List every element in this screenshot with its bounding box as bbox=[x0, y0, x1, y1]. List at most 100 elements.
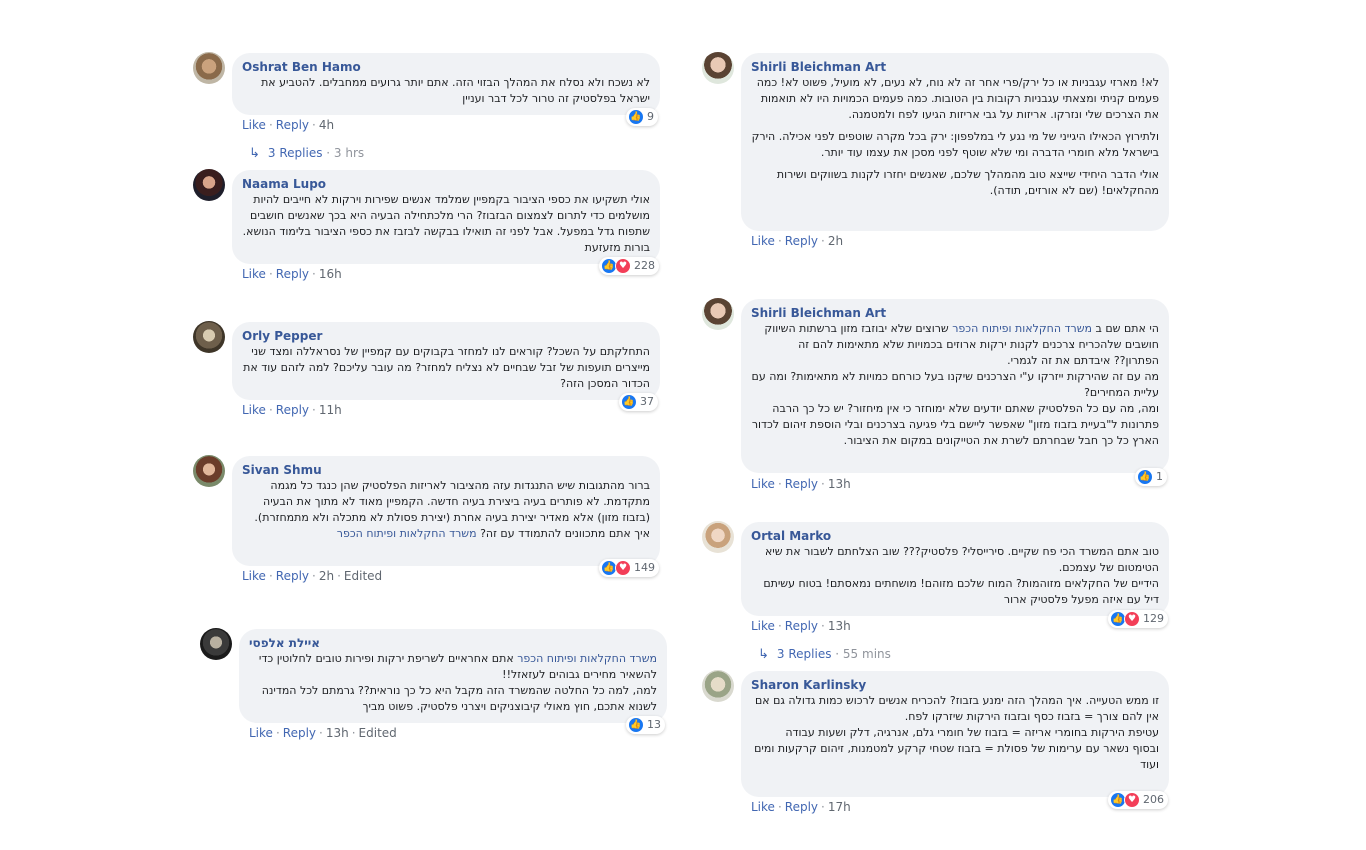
comment-time[interactable]: 11h bbox=[319, 403, 342, 417]
comment-time[interactable]: 16h bbox=[319, 267, 342, 281]
like-button[interactable]: Like bbox=[249, 726, 273, 740]
reply-button[interactable]: Reply bbox=[785, 800, 818, 814]
reply-button[interactable]: Reply bbox=[785, 619, 818, 633]
reaction-count: 228 bbox=[634, 259, 655, 272]
like-button[interactable]: Like bbox=[751, 619, 775, 633]
reaction-count: 1 bbox=[1156, 470, 1163, 483]
edited-label[interactable]: Edited bbox=[344, 569, 382, 583]
like-reaction-icon: 👍 bbox=[628, 109, 644, 125]
reaction-summary[interactable]: 👍 9 bbox=[626, 108, 658, 126]
comment-text: טוב אתם המשרד הכי פח שקיים. סירייסלי? פל… bbox=[751, 544, 1159, 608]
avatar[interactable] bbox=[193, 169, 225, 201]
comment-actions: Like · Reply · 11h bbox=[242, 403, 342, 417]
avatar[interactable] bbox=[702, 521, 734, 553]
view-replies[interactable]: ↳ 3 Replies · 55 mins bbox=[758, 647, 891, 662]
comment-author[interactable]: Sivan Shmu bbox=[242, 462, 322, 478]
love-reaction-icon: ♥ bbox=[1124, 611, 1140, 627]
comment-paragraph: ברור מהתגובות שיש התנגדות עזה מהציבור לא… bbox=[254, 479, 650, 540]
reply-button[interactable]: Reply bbox=[785, 234, 818, 248]
comment-text: לא! מארזי עגבניות או כל ירק/פרי אחר זה ל… bbox=[751, 75, 1159, 199]
comment-actions: Like · Reply · 13h · Edited bbox=[249, 726, 397, 740]
reaction-summary[interactable]: 👍 37 bbox=[619, 393, 658, 411]
comment-actions: Like · Reply · 4h bbox=[242, 118, 335, 132]
comment-actions: Like · Reply · 17h bbox=[751, 800, 851, 814]
avatar[interactable] bbox=[193, 52, 225, 84]
reaction-summary[interactable]: 👍 13 bbox=[626, 716, 665, 734]
avatar[interactable] bbox=[702, 298, 734, 330]
comment-bubble: איילת אלפסי משרד החקלאות ופיתוח הכפר אתם… bbox=[239, 629, 667, 723]
replies-time: 3 hrs bbox=[333, 146, 365, 160]
comment-time[interactable]: 13h bbox=[326, 726, 349, 740]
reaction-summary[interactable]: 👍 ♥ 206 bbox=[1108, 791, 1168, 809]
comment-paragraph: ומה, מה עם כל הפלסטיק שאתם יודעים שלא ימ… bbox=[751, 402, 1159, 447]
comment-bubble: Naama Lupo אולי תשקיעו את כספי הציבור בק… bbox=[232, 170, 660, 264]
comment-time[interactable]: 2h bbox=[319, 569, 334, 583]
like-button[interactable]: Like bbox=[242, 569, 266, 583]
comment-author[interactable]: Ortal Marko bbox=[751, 528, 831, 544]
comment-paragraph: משרד החקלאות ופיתוח הכפר אתם אחראיים לשר… bbox=[258, 652, 657, 681]
comment-text: אולי תשקיעו את כספי הציבור בקמפיין שמלמד… bbox=[242, 192, 650, 256]
like-button[interactable]: Like bbox=[242, 118, 266, 132]
comment-paragraph: ולתירוץ הכאילו היגייני של מי נגע לי במלפ… bbox=[751, 130, 1159, 159]
avatar[interactable] bbox=[193, 455, 225, 487]
comment-author[interactable]: איילת אלפסי bbox=[249, 635, 320, 651]
reply-button[interactable]: Reply bbox=[276, 569, 309, 583]
comment-time[interactable]: 13h bbox=[828, 477, 851, 491]
like-button[interactable]: Like bbox=[751, 800, 775, 814]
reaction-summary[interactable]: 👍 1 bbox=[1135, 468, 1167, 486]
comment-author[interactable]: Oshrat Ben Hamo bbox=[242, 59, 361, 75]
reaction-summary[interactable]: 👍 ♥ 228 bbox=[599, 257, 659, 275]
comment-text: לא נשכח ולא נסלח את המהלך הבזוי הזה. אתם… bbox=[242, 75, 650, 107]
comment-paragraph: מה עם זה שהירקות ייזרקו ע"י הצרכנים שיקנ… bbox=[751, 370, 1159, 399]
reply-button[interactable]: Reply bbox=[276, 118, 309, 132]
comment-paragraph: זו ממש הטעייה. איך המהלך הזה ימנע בזבוז?… bbox=[754, 694, 1159, 723]
like-button[interactable]: Like bbox=[751, 234, 775, 248]
avatar[interactable] bbox=[200, 628, 232, 660]
reaction-count: 13 bbox=[647, 718, 661, 731]
comment-text: זו ממש הטעייה. איך המהלך הזה ימנע בזבוז?… bbox=[751, 693, 1159, 773]
love-reaction-icon: ♥ bbox=[615, 560, 631, 576]
reaction-summary[interactable]: 👍 ♥ 149 bbox=[599, 559, 659, 577]
comment-author[interactable]: Naama Lupo bbox=[242, 176, 326, 192]
reply-button[interactable]: Reply bbox=[785, 477, 818, 491]
comment-actions: Like · Reply · 2h · Edited bbox=[242, 569, 383, 583]
comment-bubble: Shirli Bleichman Art לא! מארזי עגבניות א… bbox=[741, 53, 1169, 231]
comment-author[interactable]: Sharon Karlinsky bbox=[751, 677, 866, 693]
page-mention-link[interactable]: משרד החקלאות ופיתוח הכפר bbox=[952, 322, 1092, 335]
comment-time[interactable]: 17h bbox=[828, 800, 851, 814]
reaction-count: 37 bbox=[640, 395, 654, 408]
avatar[interactable] bbox=[702, 670, 734, 702]
edited-label[interactable]: Edited bbox=[359, 726, 397, 740]
comment-paragraph: עטיפת הירקות בחומרי אריזה = בזבוז של חומ… bbox=[785, 726, 1159, 739]
comment-author[interactable]: Orly Pepper bbox=[242, 328, 322, 344]
reply-button[interactable]: Reply bbox=[276, 403, 309, 417]
reaction-count: 9 bbox=[647, 110, 654, 123]
replies-link[interactable]: 3 Replies bbox=[268, 146, 323, 160]
comment-actions: Like · Reply · 16h bbox=[242, 267, 342, 281]
reply-button[interactable]: Reply bbox=[276, 267, 309, 281]
reaction-summary[interactable]: 👍 ♥ 129 bbox=[1108, 610, 1168, 628]
replies-link[interactable]: 3 Replies bbox=[777, 647, 832, 661]
reply-button[interactable]: Reply bbox=[283, 726, 316, 740]
like-button[interactable]: Like bbox=[751, 477, 775, 491]
comment-paragraph: הי אתם שם ב משרד החקלאות ופיתוח הכפר שרו… bbox=[764, 322, 1159, 367]
love-reaction-icon: ♥ bbox=[1124, 792, 1140, 808]
page-mention-link[interactable]: משרד החקלאות ופיתוח הכפר bbox=[517, 652, 657, 665]
comment-actions: Like · Reply · 13h bbox=[751, 477, 851, 491]
view-replies[interactable]: ↳ 3 Replies · 3 hrs bbox=[249, 146, 364, 161]
avatar[interactable] bbox=[193, 321, 225, 353]
like-button[interactable]: Like bbox=[242, 267, 266, 281]
like-button[interactable]: Like bbox=[242, 403, 266, 417]
comment-paragraph: למה, למה כל החלטה שהמשרד הזה מקבל היא כל… bbox=[261, 684, 657, 713]
comment-author[interactable]: Shirli Bleichman Art bbox=[751, 59, 886, 75]
page-mention-link[interactable]: משרד החקלאות ופיתוח הכפר bbox=[337, 527, 477, 540]
comment-time[interactable]: 2h bbox=[828, 234, 843, 248]
comment-bubble: Sivan Shmu ברור מהתגובות שיש התנגדות עזה… bbox=[232, 456, 660, 566]
avatar[interactable] bbox=[702, 52, 734, 84]
comment-time[interactable]: 4h bbox=[319, 118, 334, 132]
comment-author[interactable]: Shirli Bleichman Art bbox=[751, 305, 886, 321]
comment-time[interactable]: 13h bbox=[828, 619, 851, 633]
reaction-count: 129 bbox=[1143, 612, 1164, 625]
comment-text: התחלקתם על השכל? קוראים לנו למחזר בקבוקי… bbox=[242, 344, 650, 392]
reply-arrow-icon: ↳ bbox=[249, 146, 260, 161]
